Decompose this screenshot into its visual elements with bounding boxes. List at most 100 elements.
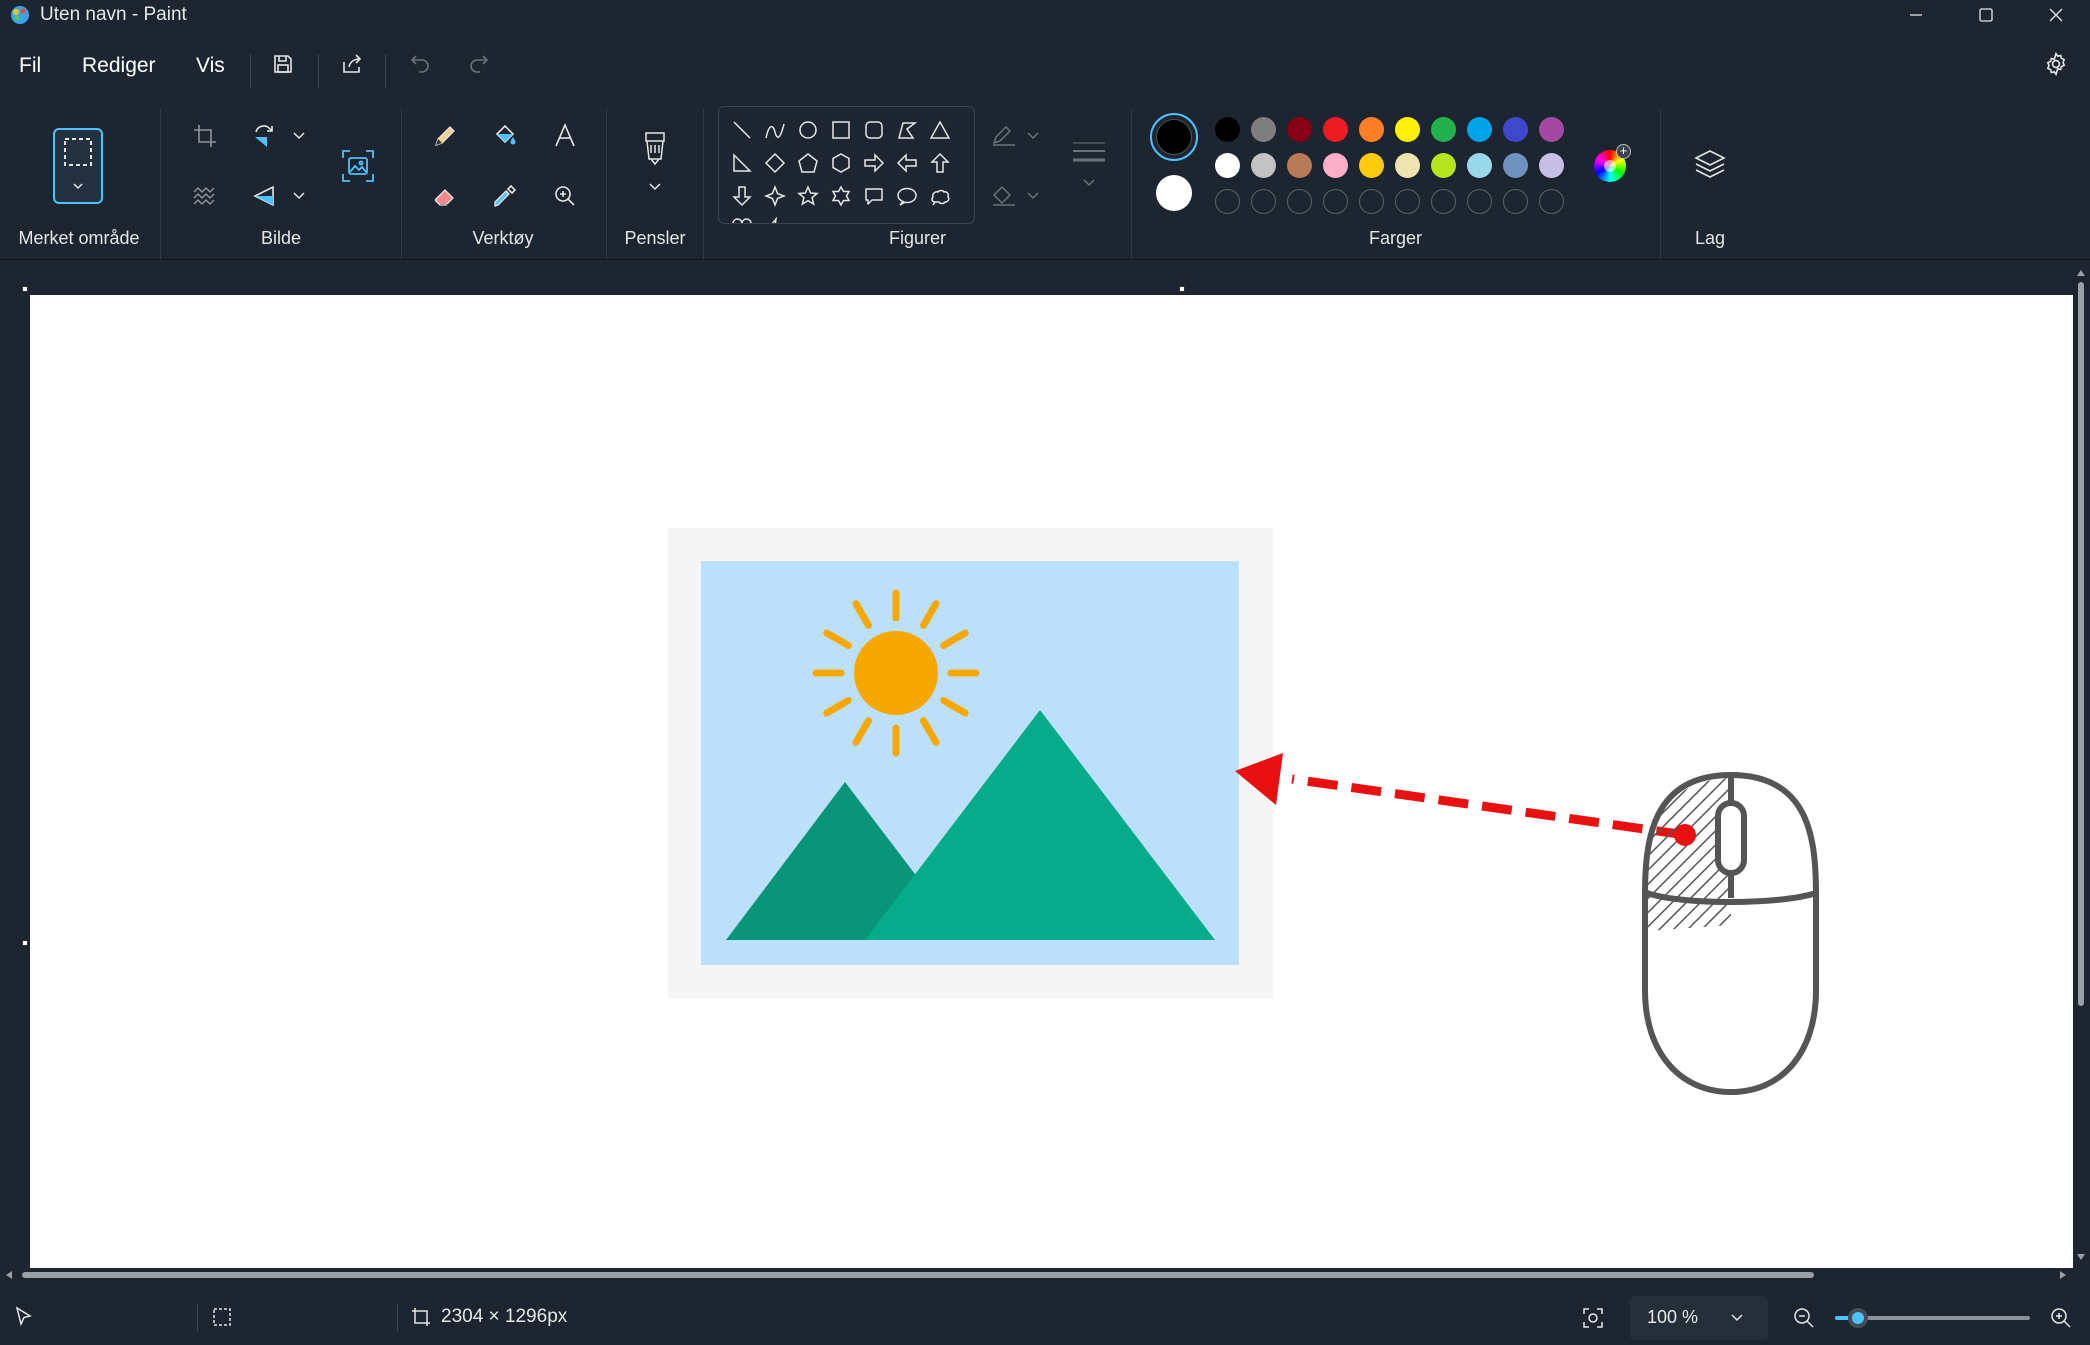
menu-view[interactable]: Vis (196, 54, 225, 78)
shape-right-arrow[interactable] (859, 148, 889, 178)
image-effects-button[interactable] (183, 174, 227, 218)
vertical-scrollbar[interactable] (2076, 268, 2086, 1268)
shape-oval[interactable] (793, 115, 823, 145)
shape-cloud-callout[interactable] (925, 181, 955, 211)
magnifier-button[interactable] (543, 174, 587, 218)
palette-swatch[interactable] (1539, 117, 1564, 142)
horizontal-scrollbar[interactable] (4, 1268, 2074, 1282)
palette-swatch[interactable] (1323, 117, 1348, 142)
palette-swatch[interactable] (1323, 153, 1348, 178)
palette-swatch[interactable] (1359, 117, 1384, 142)
shape-up-arrow[interactable] (925, 148, 955, 178)
shape-heart[interactable] (727, 213, 757, 223)
shape-five-point-star[interactable] (793, 181, 823, 211)
palette-swatch[interactable] (1503, 153, 1528, 178)
zoom-out-icon[interactable] (1792, 1306, 1816, 1330)
palette-swatch[interactable] (1431, 117, 1456, 142)
selection-tool-button[interactable] (53, 128, 103, 204)
shape-triangle[interactable] (925, 115, 955, 145)
shape-four-point-star[interactable] (760, 181, 790, 211)
custom-color-slot[interactable] (1503, 189, 1528, 214)
palette-swatch[interactable] (1395, 153, 1420, 178)
eraser-button[interactable] (423, 174, 467, 218)
zoom-slider-thumb[interactable] (1848, 1308, 1868, 1328)
menu-edit[interactable]: Rediger (82, 54, 156, 78)
custom-color-slot[interactable] (1287, 189, 1312, 214)
vertical-scroll-thumb[interactable] (2078, 282, 2084, 1006)
custom-color-slot[interactable] (1539, 189, 1564, 214)
custom-color-slot[interactable] (1323, 189, 1348, 214)
shape-line[interactable] (727, 115, 757, 145)
resize-button[interactable] (336, 144, 380, 188)
shape-oval-callout[interactable] (892, 181, 922, 211)
fill-button[interactable] (483, 114, 527, 158)
share-button[interactable] (332, 44, 372, 84)
redo-button[interactable] (459, 44, 499, 84)
edit-colors-button[interactable]: + (1592, 144, 1631, 182)
horizontal-scroll-thumb[interactable] (22, 1272, 1814, 1278)
palette-swatch[interactable] (1215, 153, 1240, 178)
text-button[interactable] (543, 114, 587, 158)
palette-swatch[interactable] (1539, 153, 1564, 178)
zoom-in-icon[interactable] (2049, 1306, 2073, 1330)
palette-swatch[interactable] (1431, 153, 1456, 178)
close-button[interactable] (2021, 0, 2090, 30)
shape-rounded-rectangle[interactable] (859, 115, 889, 145)
custom-color-slot[interactable] (1359, 189, 1384, 214)
resize-handle-top[interactable] (1179, 286, 1185, 292)
palette-swatch[interactable] (1287, 117, 1312, 142)
stroke-size-button[interactable] (1066, 130, 1112, 200)
chevron-down-icon[interactable] (292, 191, 306, 201)
palette-swatch[interactable] (1215, 117, 1240, 142)
custom-color-slot[interactable] (1395, 189, 1420, 214)
palette-swatch[interactable] (1287, 153, 1312, 178)
crop-button[interactable] (183, 114, 227, 158)
menu-file[interactable]: Fil (19, 54, 41, 78)
shape-polygon[interactable] (892, 115, 922, 145)
palette-swatch[interactable] (1467, 117, 1492, 142)
fit-to-window-icon[interactable] (1581, 1306, 1605, 1330)
shape-fill-button[interactable] (986, 174, 1046, 218)
shape-six-point-star[interactable] (826, 181, 856, 211)
brushes-button[interactable] (632, 122, 678, 202)
shape-outline-button[interactable] (986, 114, 1046, 158)
resize-handle-top-left[interactable] (22, 286, 28, 292)
shape-right-triangle[interactable] (727, 148, 757, 178)
pencil-button[interactable] (423, 114, 467, 158)
color-picker-button[interactable] (483, 174, 527, 218)
palette-swatch[interactable] (1467, 153, 1492, 178)
maximize-button[interactable] (1951, 0, 2021, 30)
save-button[interactable] (263, 44, 303, 84)
shape-lightning[interactable] (760, 213, 790, 223)
layers-button[interactable] (1688, 142, 1732, 186)
shape-hexagon[interactable] (826, 148, 856, 178)
palette-swatch[interactable] (1503, 117, 1528, 142)
undo-button[interactable] (400, 44, 440, 84)
shape-down-arrow[interactable] (727, 181, 757, 211)
chevron-down-icon[interactable] (292, 131, 306, 141)
custom-color-slot[interactable] (1467, 189, 1492, 214)
settings-button[interactable] (2036, 44, 2076, 84)
zoom-dropdown[interactable]: 100 % (1630, 1296, 1768, 1340)
color-2-button[interactable] (1156, 175, 1192, 211)
flip-button[interactable] (243, 174, 287, 218)
shape-curve[interactable] (760, 115, 790, 145)
custom-color-slot[interactable] (1215, 189, 1240, 214)
palette-swatch[interactable] (1251, 117, 1276, 142)
resize-handle-left[interactable] (22, 940, 28, 946)
shape-left-arrow[interactable] (892, 148, 922, 178)
shape-rectangle[interactable] (826, 115, 856, 145)
palette-swatch[interactable] (1359, 153, 1384, 178)
shape-pentagon[interactable] (793, 148, 823, 178)
color-1-button[interactable] (1150, 113, 1198, 161)
custom-color-slot[interactable] (1251, 189, 1276, 214)
zoom-slider[interactable] (1835, 1308, 2030, 1328)
drawing-canvas[interactable] (30, 295, 2073, 1268)
custom-color-slot[interactable] (1431, 189, 1456, 214)
palette-swatch[interactable] (1251, 153, 1276, 178)
palette-swatch[interactable] (1395, 117, 1420, 142)
shape-diamond[interactable] (760, 148, 790, 178)
rotate-button[interactable] (243, 114, 287, 158)
minimize-button[interactable] (1881, 0, 1951, 30)
shape-rect-callout[interactable] (859, 181, 889, 211)
